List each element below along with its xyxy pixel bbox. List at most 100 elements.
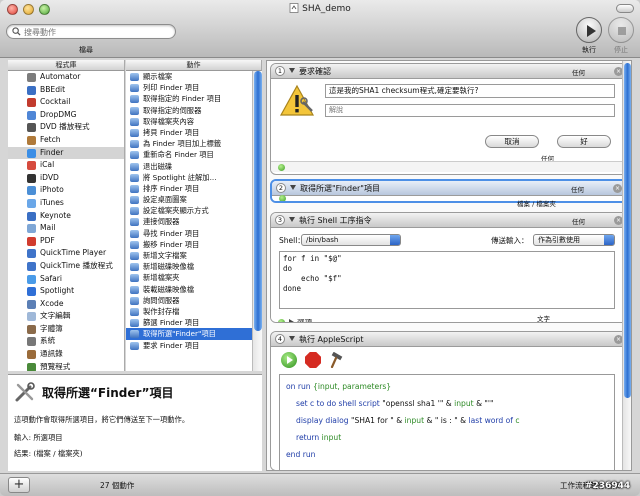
library-item[interactable]: BBEdit	[8, 84, 124, 97]
code-token: input	[454, 399, 474, 408]
applescript-editor[interactable]: on run {input, parameters} set c to do s…	[279, 374, 615, 470]
disclosure-triangle-icon[interactable]	[290, 185, 296, 190]
library-item[interactable]: Fetch	[8, 134, 124, 147]
library-item[interactable]: 預覽程式	[8, 361, 124, 371]
window-title: SHA_demo	[0, 3, 640, 14]
action-list-item[interactable]: 詢問伺服器	[126, 295, 252, 306]
action-run-shell-script[interactable]: 3 執行 Shell 工序指令 任何 × Shell： /bin/bash 傳送…	[270, 212, 630, 323]
action-list-item-label: 新增磁碟映像檔	[143, 262, 195, 272]
action-list-item[interactable]: 重新命名 Finder 項目	[126, 149, 252, 160]
actions-scroll-thumb[interactable]	[254, 71, 262, 331]
action-list-item[interactable]: 取得指定的伺服器	[126, 105, 252, 116]
options-triangle-icon[interactable]	[289, 319, 294, 322]
library-item[interactable]: iCal	[8, 159, 124, 172]
library-item[interactable]: Safari	[8, 273, 124, 286]
library-item[interactable]: DropDMG	[8, 109, 124, 122]
title-bar: SHA_demo 檔尋 執行 停止	[0, 0, 640, 58]
library-list[interactable]: Automator BBEdit Cocktail DropDMG DVD 播放程式 Fe…	[8, 71, 125, 371]
code-token: last word of	[468, 416, 513, 425]
action-list-item[interactable]: 新增文字檔案	[126, 250, 252, 261]
add-workflow-button[interactable]: +	[8, 477, 30, 493]
ok-button[interactable]: 好	[557, 135, 611, 148]
disclosure-triangle-icon[interactable]	[289, 68, 295, 73]
run-script-icon[interactable]	[281, 352, 297, 368]
library-column-header[interactable]: 程式庫	[8, 60, 125, 71]
library-item[interactable]: QuickTime 播放程式	[8, 260, 124, 273]
shell-script-editor[interactable]: for f in "$@" do echo "$f" done	[279, 251, 615, 309]
actions-scrollbar[interactable]	[252, 71, 262, 371]
library-toggle-label[interactable]: 檔尋	[66, 45, 106, 55]
action-list-item[interactable]: 連接伺服器	[126, 216, 252, 227]
action-list-item[interactable]: 將 Spotlight 註解加...	[126, 172, 252, 183]
search-field[interactable]	[6, 24, 176, 39]
action-ask-for-confirmation[interactable]: 1 要求確認 任何 × 這是我的SHA1 checksum程式,確定要執行? 解…	[270, 63, 630, 175]
action-list-item[interactable]: 顯示檔案	[126, 71, 252, 82]
action-list-item[interactable]: 要求 Finder 項目	[126, 340, 252, 351]
confirmation-message-field[interactable]: 這是我的SHA1 checksum程式,確定要執行?	[325, 84, 615, 98]
action-header[interactable]: 3 執行 Shell 工序指令 任何 ×	[271, 213, 629, 228]
library-item[interactable]: PDF	[8, 235, 124, 248]
library-item-label: 通訊錄	[40, 349, 63, 359]
action-list-item[interactable]: 裝載磁碟映像檔	[126, 284, 252, 295]
pass-input-select[interactable]: 作為引數使用	[533, 234, 615, 246]
action-list-item[interactable]: 尋找 Finder 項目	[126, 228, 252, 239]
search-input[interactable]	[24, 26, 172, 38]
action-header[interactable]: 1 要求確認 任何 ×	[271, 64, 629, 79]
hammer-icon[interactable]	[329, 352, 345, 368]
action-list-item[interactable]: 搬移 Finder 項目	[126, 239, 252, 250]
workflow-scroll-thumb[interactable]	[624, 63, 631, 398]
action-header[interactable]: 4 執行 AppleScript ×	[271, 332, 629, 347]
shell-select[interactable]: /bin/bash	[301, 234, 401, 246]
action-list-item[interactable]: 設定檔案夾顯示方式	[126, 205, 252, 216]
actions-column-header[interactable]: 動作	[126, 60, 262, 71]
action-list-item[interactable]: 新增檔案夾	[126, 272, 252, 283]
library-item[interactable]: 字體簿	[8, 323, 124, 336]
library-item[interactable]: 系統	[8, 335, 124, 348]
toolbar-toggle-button[interactable]	[616, 4, 634, 13]
action-list-item[interactable]: 取得所選"Finder"項目	[126, 328, 252, 340]
library-item[interactable]: Finder	[8, 146, 124, 160]
library-item[interactable]: Automator	[8, 71, 124, 84]
action-header[interactable]: 2 取得所選"Finder"項目 任何 ×	[272, 181, 628, 196]
action-list-item[interactable]: 排序 Finder 項目	[126, 183, 252, 194]
library-item[interactable]: QuickTime Player	[8, 247, 124, 260]
action-list-item[interactable]: 列印 Finder 項目	[126, 82, 252, 93]
confirmation-detail-field[interactable]: 解說	[325, 104, 615, 117]
action-list-item-label: 退出磁碟	[143, 161, 173, 171]
action-list-item[interactable]: 取得檔案夾內容	[126, 116, 252, 127]
cancel-button[interactable]: 取消	[485, 135, 539, 148]
stop-script-icon[interactable]	[305, 352, 321, 368]
library-item[interactable]: iPhoto	[8, 184, 124, 197]
library-item[interactable]: 文字編輯	[8, 310, 124, 323]
library-item[interactable]: Xcode	[8, 298, 124, 311]
action-run-applescript[interactable]: 4 執行 AppleScript × on run {input, parame…	[270, 331, 630, 470]
library-item[interactable]: Cocktail	[8, 96, 124, 109]
library-item[interactable]: iTunes	[8, 197, 124, 210]
library-item[interactable]: Keynote	[8, 210, 124, 223]
library-item[interactable]: Mail	[8, 222, 124, 235]
action-list-item[interactable]: 篩選 Finder 項目	[126, 317, 252, 328]
action-list-item[interactable]: 新增磁碟映像檔	[126, 261, 252, 272]
options-label[interactable]: 選項	[297, 317, 312, 322]
workflow-scrollbar[interactable]	[622, 61, 631, 470]
action-list-item[interactable]: 退出磁碟	[126, 161, 252, 172]
action-list-item[interactable]: 取得指定的 Finder 項目	[126, 93, 252, 104]
disclosure-triangle-icon[interactable]	[289, 336, 295, 341]
disclosure-triangle-icon[interactable]	[289, 217, 295, 222]
library-item[interactable]: 通訊錄	[8, 348, 124, 361]
remove-action-icon[interactable]: ×	[613, 184, 622, 193]
stop-button[interactable]	[608, 17, 634, 43]
action-list-item[interactable]: 拷貝 Finder 項目	[126, 127, 252, 138]
action-list-item-label: 排序 Finder 項目	[143, 183, 200, 193]
action-list-item[interactable]: 製作封存檔	[126, 306, 252, 317]
workflow-area[interactable]: 1 要求確認 任何 × 這是我的SHA1 checksum程式,確定要執行? 解…	[266, 60, 632, 471]
action-list-item[interactable]: 為 Finder 項目加上標籤	[126, 138, 252, 149]
options-disclosure[interactable]: 選項	[271, 316, 629, 322]
actions-list[interactable]: 顯示檔案 列印 Finder 項目 取得指定的 Finder 項目 取得指定的伺服器取…	[126, 71, 252, 371]
action-list-item[interactable]: 設定桌面圖案	[126, 194, 252, 205]
library-item[interactable]: Spotlight	[8, 285, 124, 298]
action-get-selected-finder-items[interactable]: 2 取得所選"Finder"項目 任何 ×	[270, 179, 630, 203]
library-item[interactable]: iDVD	[8, 172, 124, 185]
library-item[interactable]: DVD 播放程式	[8, 121, 124, 134]
run-button[interactable]	[576, 17, 602, 43]
